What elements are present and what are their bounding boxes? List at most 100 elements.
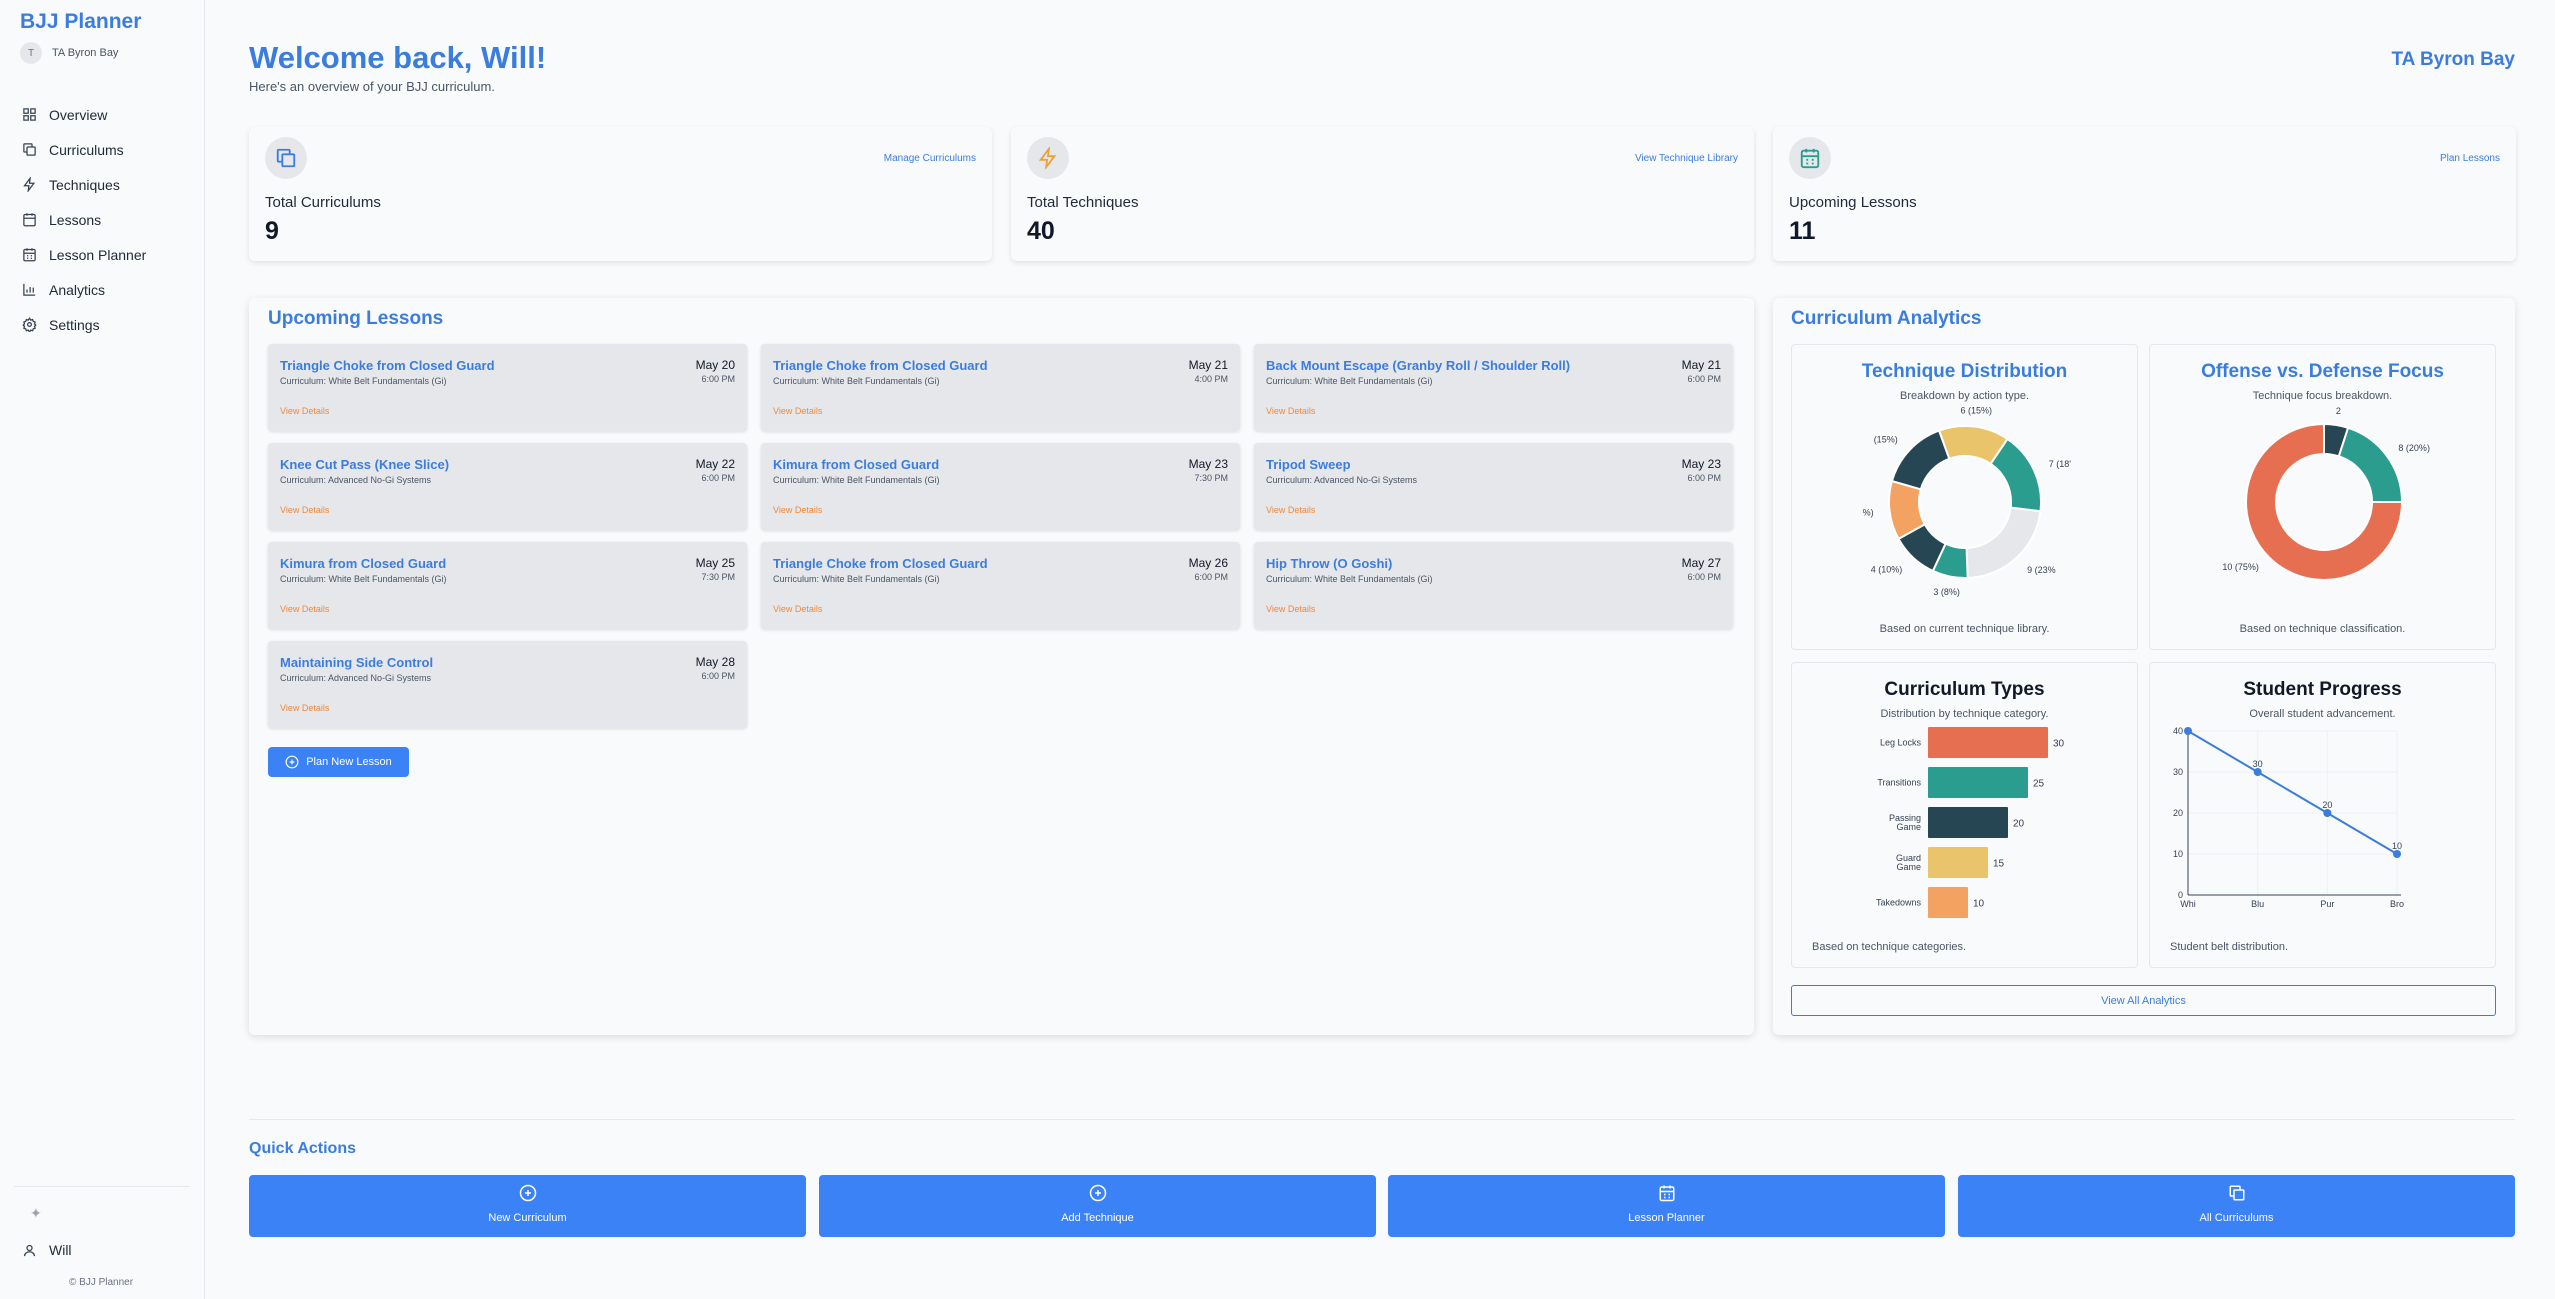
stat-icon [1027,137,1069,179]
lesson-curriculum: Curriculum: Advanced No-Gi Systems [280,475,432,485]
view-details-link[interactable]: View Details [280,703,329,713]
lesson-title: Tripod Sweep [1266,457,1351,472]
sidebar-item-settings[interactable]: Settings [14,307,194,342]
sidebar-item-lesson-planner[interactable]: Lesson Planner [14,237,194,272]
curriculum-analytics-panel: Curriculum Analytics Technique Distribut… [1773,298,2515,1035]
view-details-link[interactable]: View Details [773,406,822,416]
plan-new-lesson-label: Plan New Lesson [306,756,392,768]
bar-value-label: 10 [1973,899,1985,910]
lesson-card[interactable]: Tripod Sweep Curriculum: Advanced No-Gi S… [1254,443,1733,530]
calendar-grid-icon [1659,1185,1674,1202]
quick-action-label: All Curriculums [2199,1212,2274,1224]
lesson-card[interactable]: Triangle Choke from Closed Guard Curricul… [761,344,1240,431]
theme-toggle-icon[interactable]: ✦ [30,1205,42,1222]
y-tick-label: 20 [2173,808,2183,818]
lesson-date: May 26 [1188,556,1228,570]
location-label: TA Byron Bay [2391,49,2515,70]
lesson-date: May 20 [695,358,735,372]
lesson-card[interactable]: Knee Cut Pass (Knee Slice) Curriculum: Ad… [268,443,747,530]
bar [1928,887,1968,918]
user-menu[interactable]: Will [22,1242,72,1258]
lesson-card[interactable]: Kimura from Closed Guard Curriculum: Whit… [761,443,1240,530]
pie-slice-label: 4 (10%) [1871,564,1903,574]
technique-distribution-card: Technique Distribution Breakdown by acti… [1791,344,2138,650]
lesson-time: 6:00 PM [701,374,735,384]
lesson-time: 7:30 PM [701,572,735,582]
plus-circle-icon [285,755,299,769]
sidebar-item-overview[interactable]: Overview [14,97,194,132]
page-title: Welcome back, Will! [249,40,547,75]
view-details-link[interactable]: View Details [280,505,329,515]
plan-new-lesson-button[interactable]: Plan New Lesson [268,747,409,777]
view-details-link[interactable]: View Details [1266,406,1315,416]
quick-actions-title: Quick Actions [249,1140,356,1157]
sidebar-item-label: Overview [49,106,108,123]
lesson-card[interactable]: Back Mount Escape (Granby Roll / Shoulde… [1254,344,1733,431]
lesson-curriculum: Curriculum: White Belt Fundamentals (Gi) [1266,574,1433,584]
section-divider [249,1119,2515,1120]
sidebar: BJJ Planner T TA Byron Bay Overview Curr… [0,0,205,1299]
student-progress-card: Student Progress Overall student advance… [2149,662,2496,968]
bar-value-label: 20 [2013,819,2025,830]
lesson-card[interactable]: Hip Throw (O Goshi) Curriculum: White Bel… [1254,542,1733,629]
chart-footer: Based on technique categories. [1812,941,1967,953]
upcoming-lessons-panel: Upcoming Lessons Triangle Choke from Clo… [249,298,1754,1035]
copy-icon [2229,1185,2244,1201]
lesson-date: May 25 [695,556,735,570]
view-details-link[interactable]: View Details [773,604,822,614]
bar-category-label: Transitions [1877,778,1921,788]
bolt-icon [23,177,36,192]
view-details-link[interactable]: View Details [280,604,329,614]
calendar-icon [23,213,36,227]
sidebar-item-curriculums[interactable]: Curriculums [14,132,194,167]
pie-slice-label: 10 (75%) [2222,562,2259,572]
lesson-title: Triangle Choke from Closed Guard [280,358,495,373]
manage-curriculums-link[interactable]: Manage Curriculums [884,153,976,164]
sidebar-item-lessons[interactable]: Lessons [14,202,194,237]
bar [1928,847,1988,878]
add-technique-button[interactable]: Add Technique [819,1175,1376,1237]
view-details-link[interactable]: View Details [280,406,329,416]
copyright: © BJJ Planner [69,1277,134,1288]
plan-lessons-link[interactable]: Plan Lessons [2440,153,2500,164]
bar [1928,767,2028,798]
x-tick-label: Whi [2180,899,2196,909]
lesson-card[interactable]: Maintaining Side Control Curriculum: Adva… [268,641,747,728]
lesson-card[interactable]: Kimura from Closed Guard Curriculum: Whit… [268,542,747,629]
user-name: Will [49,1242,72,1258]
view-details-link[interactable]: View Details [773,505,822,515]
lesson-card[interactable]: Triangle Choke from Closed Guard Curricul… [761,542,1240,629]
lesson-planner-button[interactable]: Lesson Planner [1388,1175,1945,1237]
data-point [2184,727,2192,735]
stat-card-curriculums: Manage Curriculums Total Curriculums 9 [249,127,992,261]
pie-slice-label: (15%) [1874,434,1898,444]
org-switcher[interactable]: T TA Byron Bay [20,42,118,64]
chart-footer: Student belt distribution. [2170,941,2289,953]
sidebar-item-label: Curriculums [49,141,124,158]
quick-action-label: New Curriculum [488,1212,567,1224]
lesson-curriculum: Curriculum: White Belt Fundamentals (Gi) [773,475,940,485]
sidebar-item-label: Analytics [49,281,106,298]
brand-logo[interactable]: BJJ Planner [20,10,141,34]
lesson-date: May 23 [1681,457,1721,471]
y-tick-label: 10 [2173,849,2183,859]
lesson-card[interactable]: Triangle Choke from Closed Guard Curricul… [268,344,747,431]
view-details-link[interactable]: View Details [1266,604,1315,614]
view-all-analytics-button[interactable]: View All Analytics [1791,985,2496,1016]
x-tick-label: Pur [2320,899,2334,909]
view-technique-library-link[interactable]: View Technique Library [1635,153,1738,164]
stat-icon [265,137,307,179]
sidebar-nav: Overview Curriculums Techniques Lessons … [14,97,194,342]
pie-slice-label: 2 [2336,406,2341,416]
sidebar-item-label: Settings [49,316,100,333]
new-curriculum-button[interactable]: New Curriculum [249,1175,806,1237]
data-point [2393,850,2401,858]
org-name: TA Byron Bay [52,47,119,59]
bar-value-label: 15 [1993,859,2005,870]
sidebar-item-techniques[interactable]: Techniques [14,167,194,202]
all-curriculums-button[interactable]: All Curriculums [1958,1175,2515,1237]
view-details-link[interactable]: View Details [1266,505,1315,515]
sidebar-item-analytics[interactable]: Analytics [14,272,194,307]
bar [1928,807,2008,838]
lesson-curriculum: Curriculum: White Belt Fundamentals (Gi) [773,376,940,386]
